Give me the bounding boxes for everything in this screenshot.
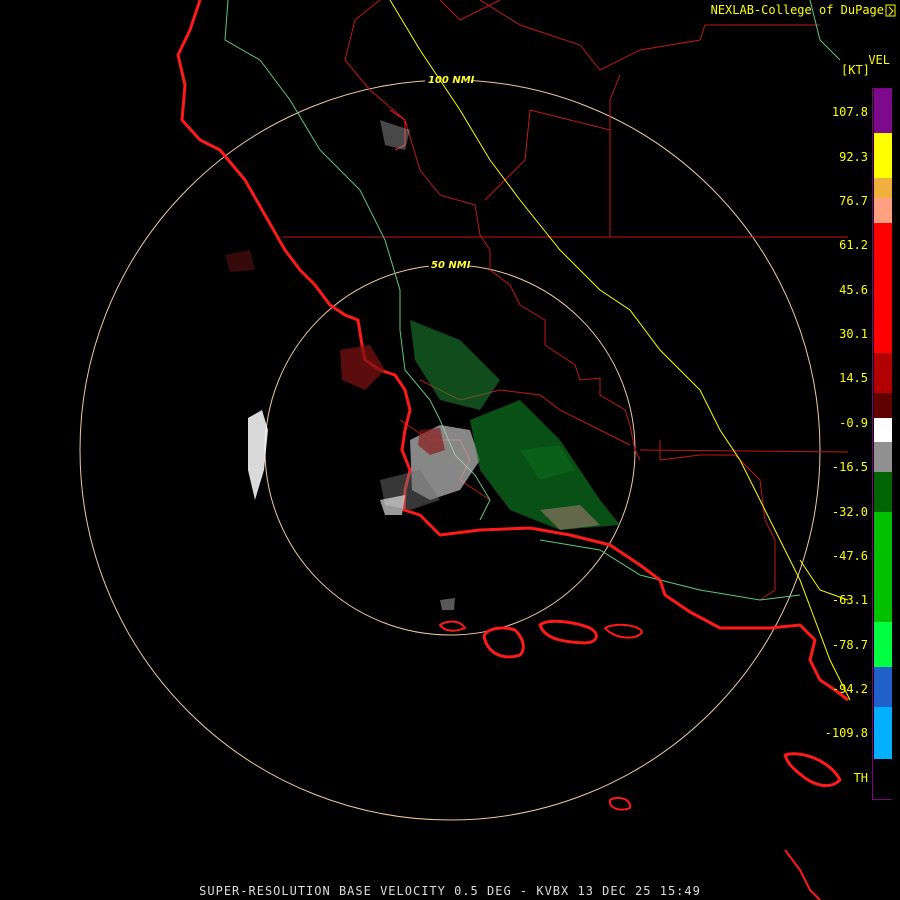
legend-tick: -94.2: [831, 682, 868, 696]
legend-tick: TH: [853, 771, 868, 785]
legend-swatch: [874, 667, 892, 707]
legend-tick: 107.8: [831, 105, 868, 119]
credit-text: NEXLAB-College of DuPage: [710, 3, 884, 17]
legend-swatch: [874, 133, 892, 178]
radar-echoes: [225, 120, 620, 610]
legend-swatch: [874, 223, 892, 353]
legend-tick: 92.3: [839, 150, 868, 164]
legend-swatch: [874, 622, 892, 667]
legend-unit: [KT]: [841, 63, 870, 77]
product-footer: SUPER-RESOLUTION BASE VELOCITY 0.5 DEG -…: [199, 884, 701, 898]
velocity-color-scale: [872, 88, 892, 800]
legend-swatch: [874, 472, 892, 512]
legend-tick: -32.0: [831, 505, 868, 519]
legend-tick: 14.5: [839, 371, 868, 385]
legend-swatch: [874, 393, 892, 418]
legend-tick: -109.8: [824, 726, 868, 740]
legend-tick: -63.1: [831, 593, 868, 607]
legend-swatch: [874, 418, 892, 442]
legend-tick: -47.6: [831, 549, 868, 563]
range-ring-label-50: 50 NMI: [431, 260, 471, 271]
legend-title: VEL: [868, 53, 890, 67]
legend-swatch: [874, 512, 892, 622]
legend-swatch: [874, 178, 892, 198]
legend-tick: 76.7: [839, 194, 868, 208]
legend-tick: -0.9: [839, 416, 868, 430]
range-ring-label-100: 100 NMI: [428, 75, 475, 86]
legend-swatch: [874, 198, 892, 223]
legend-swatch: [874, 89, 892, 133]
legend-tick: 30.1: [839, 327, 868, 341]
legend-tick: -16.5: [831, 460, 868, 474]
legend-tick: -78.7: [831, 638, 868, 652]
highways: [224, 0, 851, 701]
radar-map: 100 NMI 50 NMI: [79, 0, 896, 900]
legend-swatch: [874, 353, 892, 393]
legend-swatch: [874, 442, 892, 472]
legend-swatch: [874, 759, 892, 799]
legend-tick: 61.2: [839, 238, 868, 252]
legend-tick: 45.6: [839, 283, 868, 297]
radar-display: 100 NMI 50 NMI NEXLAB-College of DuPage …: [0, 0, 900, 900]
legend-swatch: [874, 707, 892, 759]
